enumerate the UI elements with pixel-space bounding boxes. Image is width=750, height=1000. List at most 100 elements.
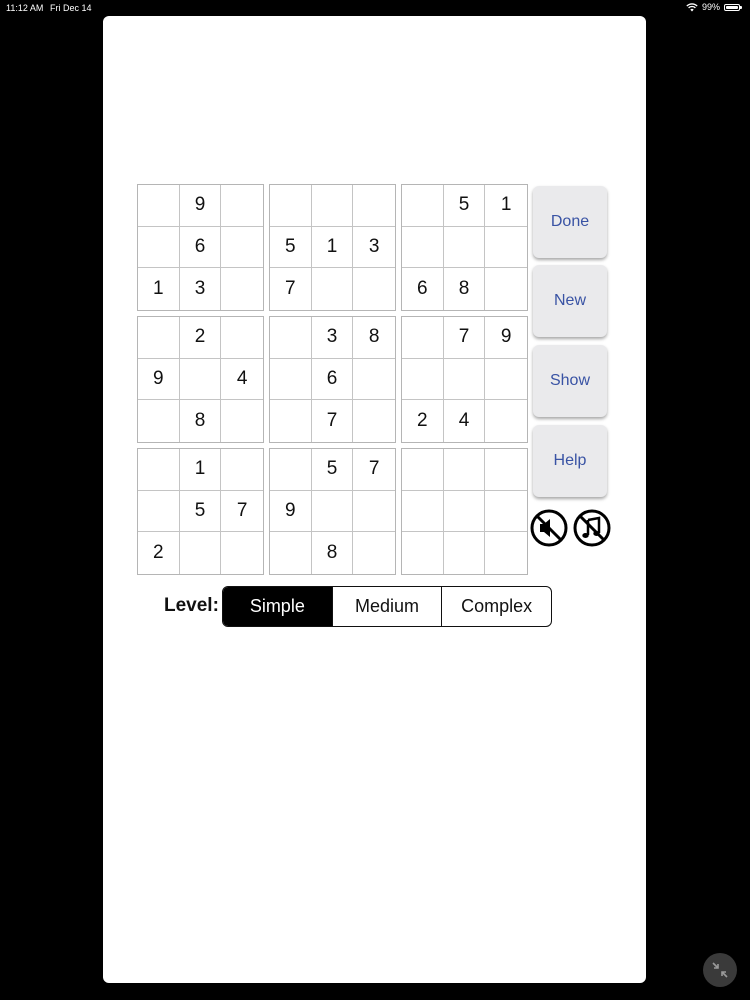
sudoku-cell[interactable] bbox=[402, 449, 444, 491]
sudoku-cell[interactable]: 8 bbox=[353, 317, 395, 359]
sudoku-cell[interactable]: 4 bbox=[221, 359, 263, 401]
sudoku-cell[interactable]: 9 bbox=[270, 490, 312, 533]
sudoku-box: 1572 bbox=[137, 448, 264, 575]
sudoku-cell[interactable] bbox=[221, 185, 263, 227]
sudoku-cell[interactable] bbox=[353, 268, 395, 310]
sudoku-cell[interactable]: 6 bbox=[179, 226, 222, 269]
sudoku-cell[interactable] bbox=[353, 400, 395, 442]
sudoku-box: 5137 bbox=[269, 184, 396, 311]
sudoku-cell[interactable]: 3 bbox=[311, 317, 354, 359]
sudoku-cell[interactable] bbox=[138, 317, 180, 359]
sudoku-cell[interactable]: 7 bbox=[221, 491, 263, 533]
show-button[interactable]: Show bbox=[533, 345, 607, 417]
sudoku-box: 2948 bbox=[137, 316, 264, 443]
sudoku-cell[interactable] bbox=[485, 359, 527, 401]
sudoku-cell[interactable] bbox=[402, 317, 444, 359]
sudoku-cell[interactable] bbox=[138, 400, 180, 442]
new-button[interactable]: New bbox=[533, 265, 607, 337]
sudoku-box: 5798 bbox=[269, 448, 396, 575]
help-button[interactable]: Help bbox=[533, 425, 607, 497]
sudoku-cell[interactable] bbox=[138, 226, 180, 269]
sudoku-cell[interactable] bbox=[402, 532, 444, 574]
sudoku-cell[interactable]: 5 bbox=[179, 490, 222, 533]
sudoku-board: 96135137516829483867792415725798 bbox=[137, 184, 528, 575]
sudoku-cell[interactable] bbox=[270, 532, 312, 574]
level-option-simple[interactable]: Simple bbox=[223, 587, 332, 626]
sudoku-cell[interactable]: 9 bbox=[138, 358, 180, 401]
sudoku-cell[interactable]: 3 bbox=[353, 227, 395, 269]
sudoku-cell[interactable]: 5 bbox=[270, 226, 312, 269]
sudoku-cell[interactable]: 6 bbox=[402, 268, 444, 310]
sudoku-cell[interactable] bbox=[443, 358, 486, 401]
status-right: 99% bbox=[686, 2, 742, 12]
sudoku-cell[interactable] bbox=[353, 185, 395, 227]
sudoku-cell[interactable] bbox=[179, 358, 222, 401]
sudoku-cell[interactable] bbox=[485, 268, 527, 310]
sudoku-cell[interactable] bbox=[485, 449, 527, 491]
sudoku-cell[interactable]: 9 bbox=[179, 185, 222, 227]
minimize-button[interactable] bbox=[703, 953, 737, 987]
sudoku-cell[interactable]: 6 bbox=[311, 358, 354, 401]
sudoku-cell[interactable]: 4 bbox=[444, 400, 486, 442]
sudoku-cell[interactable] bbox=[270, 317, 312, 359]
sudoku-cell[interactable]: 1 bbox=[138, 268, 180, 310]
sudoku-cell[interactable] bbox=[485, 227, 527, 269]
sudoku-cell[interactable]: 8 bbox=[180, 400, 222, 442]
sudoku-cell[interactable]: 2 bbox=[402, 400, 444, 442]
sudoku-cell[interactable] bbox=[221, 532, 263, 574]
sudoku-cell[interactable] bbox=[444, 532, 486, 574]
done-button[interactable]: Done bbox=[533, 186, 607, 258]
sudoku-cell[interactable]: 2 bbox=[179, 317, 222, 359]
sudoku-cell[interactable] bbox=[353, 359, 395, 401]
sudoku-cell[interactable] bbox=[311, 185, 354, 227]
sudoku-cell[interactable]: 3 bbox=[180, 268, 222, 310]
sudoku-cell[interactable] bbox=[485, 400, 527, 442]
sudoku-cell[interactable] bbox=[443, 226, 486, 269]
sudoku-cell[interactable] bbox=[270, 449, 312, 491]
sudoku-cell[interactable] bbox=[138, 449, 180, 491]
sudoku-cell[interactable] bbox=[221, 268, 263, 310]
sudoku-cell[interactable]: 7 bbox=[312, 400, 354, 442]
sudoku-cell[interactable] bbox=[443, 449, 486, 491]
sudoku-cell[interactable]: 1 bbox=[179, 449, 222, 491]
sudoku-cell[interactable] bbox=[443, 490, 486, 533]
sudoku-cell[interactable]: 5 bbox=[311, 449, 354, 491]
sudoku-cell[interactable]: 7 bbox=[270, 268, 312, 310]
sudoku-cell[interactable] bbox=[402, 490, 444, 533]
sudoku-cell[interactable] bbox=[221, 227, 263, 269]
sudoku-cell[interactable] bbox=[270, 185, 312, 227]
sound-muted-icon[interactable] bbox=[530, 509, 568, 547]
sudoku-cell[interactable]: 5 bbox=[443, 185, 486, 227]
sudoku-cell[interactable] bbox=[402, 226, 444, 269]
sudoku-cell[interactable] bbox=[221, 400, 263, 442]
sudoku-cell[interactable]: 7 bbox=[443, 317, 486, 359]
sudoku-cell[interactable] bbox=[402, 358, 444, 401]
sudoku-cell[interactable] bbox=[311, 490, 354, 533]
level-option-complex[interactable]: Complex bbox=[441, 587, 551, 626]
sudoku-cell[interactable] bbox=[138, 490, 180, 533]
sudoku-cell[interactable] bbox=[485, 491, 527, 533]
sudoku-cell[interactable] bbox=[221, 449, 263, 491]
sudoku-cell[interactable]: 7 bbox=[353, 449, 395, 491]
sudoku-cell[interactable] bbox=[353, 491, 395, 533]
sudoku-cell[interactable] bbox=[138, 185, 180, 227]
sudoku-box: 5168 bbox=[401, 184, 528, 311]
battery-fill bbox=[726, 5, 738, 9]
sudoku-cell[interactable]: 1 bbox=[485, 185, 527, 227]
sudoku-cell[interactable] bbox=[221, 317, 263, 359]
sudoku-cell[interactable]: 8 bbox=[312, 532, 354, 574]
sudoku-cell[interactable] bbox=[270, 358, 312, 401]
sudoku-cell[interactable] bbox=[353, 532, 395, 574]
sudoku-cell[interactable] bbox=[270, 400, 312, 442]
sudoku-cell[interactable] bbox=[485, 532, 527, 574]
sudoku-cell[interactable] bbox=[402, 185, 444, 227]
music-off-icon[interactable] bbox=[573, 509, 611, 547]
sudoku-cell[interactable] bbox=[180, 532, 222, 574]
sudoku-cell[interactable]: 1 bbox=[311, 226, 354, 269]
sudoku-box: 7924 bbox=[401, 316, 528, 443]
sudoku-cell[interactable] bbox=[312, 268, 354, 310]
sudoku-cell[interactable]: 8 bbox=[444, 268, 486, 310]
level-option-medium[interactable]: Medium bbox=[331, 587, 442, 626]
sudoku-cell[interactable]: 2 bbox=[138, 532, 180, 574]
sudoku-cell[interactable]: 9 bbox=[485, 317, 527, 359]
